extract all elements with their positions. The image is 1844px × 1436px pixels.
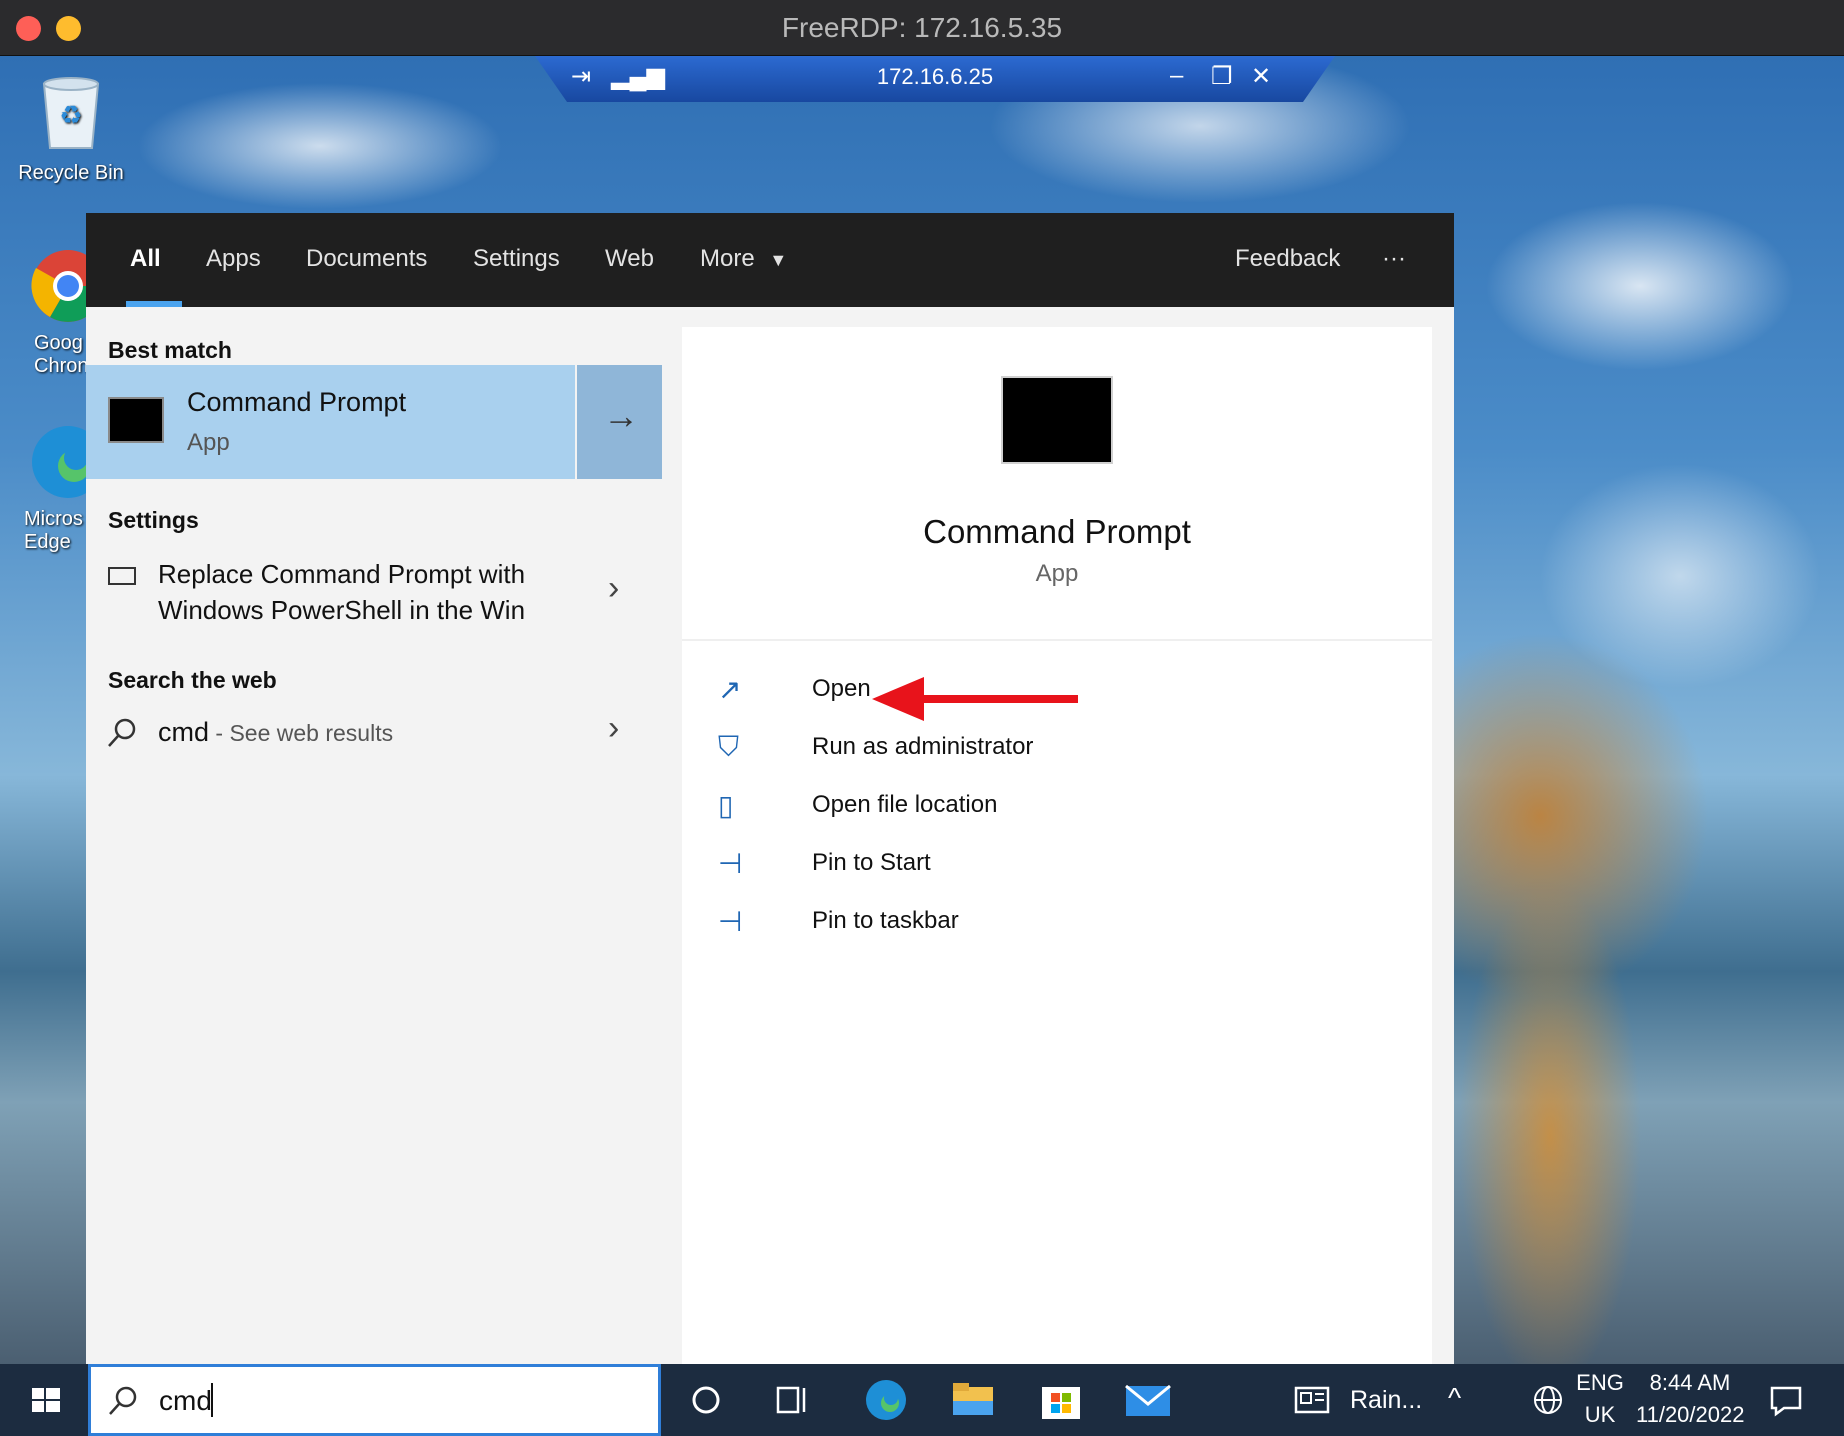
chevron-right-icon: › <box>608 709 620 747</box>
tab-web[interactable]: Web <box>605 245 654 273</box>
recycle-bin-icon: ♻ <box>42 77 100 149</box>
edge-icon <box>32 426 104 498</box>
action-label: Pin to Start <box>812 849 931 876</box>
microsoft-store-icon[interactable] <box>1038 1377 1084 1423</box>
preview-pane: Command Prompt App ↗ Open ⛉ Run as admin… <box>682 327 1432 1364</box>
clock-date: 11/20/2022 <box>1636 1402 1745 1427</box>
best-match-subtitle: App <box>187 429 230 456</box>
notification-icon[interactable] <box>1766 1380 1806 1420</box>
results-list: Best match Command Prompt App → Settings… <box>86 307 662 1364</box>
action-label: Open <box>812 675 871 702</box>
windows-start-icon[interactable] <box>26 1380 66 1420</box>
desktop-icon-recycle-bin[interactable]: ♻ Recycle Bin <box>6 72 136 185</box>
best-match-heading: Best match <box>108 337 232 363</box>
monitor-icon <box>108 567 136 585</box>
search-panel: All Apps Documents Settings Web More ▼ F… <box>86 213 1454 1364</box>
taskbar: cmd Rain... ^ ENG UK 8:44 AM 11/20/2022 <box>0 1364 1844 1436</box>
tab-apps[interactable]: Apps <box>206 245 261 273</box>
action-label: Open file location <box>812 791 998 818</box>
search-tabs: All Apps Documents Settings Web More ▼ F… <box>86 213 1454 307</box>
shield-icon: ⛉ <box>718 731 740 762</box>
minimize-icon[interactable]: – <box>1170 62 1183 90</box>
mail-icon[interactable] <box>1124 1376 1172 1424</box>
tab-documents[interactable]: Documents <box>306 245 427 273</box>
settings-result-line2: Windows PowerShell in the Win <box>158 595 526 625</box>
keyboard-layout: UK <box>1584 1402 1616 1427</box>
window-titlebar: FreeRDP: 172.16.5.35 <box>0 0 1844 56</box>
web-result-item[interactable]: cmd - See web results › <box>86 707 662 767</box>
pin-icon: ⊣ <box>718 848 743 879</box>
web-query-suffix: - See web results <box>209 720 394 746</box>
restore-icon[interactable]: ❐ <box>1211 62 1233 91</box>
settings-result-item[interactable]: Replace Command Prompt with Windows Powe… <box>86 555 662 645</box>
annotation-arrow <box>872 677 1078 721</box>
svg-text:♻: ♻ <box>59 101 82 131</box>
chevron-down-icon: ▼ <box>769 250 788 270</box>
language-indicator[interactable]: ENG UK <box>1574 1370 1626 1428</box>
search-icon <box>109 1386 137 1415</box>
desktop-icon-label: Recycle Bin <box>18 162 124 184</box>
best-match-title: Command Prompt <box>187 387 407 417</box>
window-title: FreeRDP: 172.16.5.35 <box>781 12 1063 43</box>
edge-icon[interactable] <box>862 1376 910 1424</box>
open-icon: ↗ <box>718 674 742 705</box>
settings-heading: Settings <box>108 507 199 533</box>
desktop-icon-edge[interactable]: Micros Edge <box>24 422 104 554</box>
file-explorer-icon[interactable] <box>950 1377 996 1423</box>
search-icon <box>108 718 136 747</box>
globe-icon[interactable] <box>1528 1380 1568 1420</box>
desktop-icon-label: Micros Edge <box>24 508 83 553</box>
preview-title: Command Prompt <box>923 513 1191 550</box>
pin-icon: ⊣ <box>718 906 743 937</box>
tab-more[interactable]: More ▼ <box>700 245 787 273</box>
command-prompt-large-icon <box>1001 376 1113 464</box>
desktop-icon-label: Goog Chron <box>34 332 89 377</box>
tab-settings[interactable]: Settings <box>473 245 560 273</box>
command-prompt-icon <box>108 397 164 443</box>
chrome-icon <box>31 250 104 322</box>
clock[interactable]: 8:44 AM 11/20/2022 <box>1636 1370 1744 1428</box>
preview-subtitle: App <box>1035 560 1079 587</box>
news-widget-label[interactable]: Rain... <box>1350 1386 1422 1415</box>
folder-icon: ▯ <box>718 790 734 821</box>
close-icon[interactable]: ✕ <box>1251 62 1271 91</box>
feedback-button[interactable]: Feedback <box>1235 245 1340 273</box>
taskbar-search-box[interactable]: cmd <box>88 1364 661 1436</box>
best-match-expand-button[interactable]: → <box>575 365 662 479</box>
search-input[interactable]: cmd <box>159 1385 212 1417</box>
divider <box>682 639 1432 641</box>
action-label: Pin to taskbar <box>812 907 959 934</box>
text-cursor <box>211 1383 213 1417</box>
news-icon[interactable] <box>1292 1380 1332 1420</box>
language-code: ENG <box>1576 1370 1624 1395</box>
chevron-right-icon: › <box>608 569 620 607</box>
arrow-right-icon: → <box>603 395 639 436</box>
cortana-icon[interactable] <box>686 1380 726 1420</box>
web-query: cmd <box>158 717 210 747</box>
tab-all[interactable]: All <box>130 245 161 273</box>
more-options-button[interactable]: ··· <box>1382 245 1406 273</box>
search-web-heading: Search the web <box>108 667 277 693</box>
rdp-connection-bar: ⇥ ▂▄▆ 172.16.6.25 – ❐ ✕ <box>535 56 1335 102</box>
chevron-up-icon[interactable]: ^ <box>1448 1382 1461 1414</box>
task-view-icon[interactable] <box>772 1380 812 1420</box>
desktop-icon-chrome[interactable]: Goog Chron <box>24 246 104 378</box>
best-match-item[interactable]: Command Prompt App → <box>86 365 662 479</box>
tab-more-label: More <box>700 245 755 272</box>
clock-time: 8:44 AM <box>1649 1370 1731 1395</box>
settings-result-line1: Replace Command Prompt with <box>158 559 526 589</box>
action-label: Run as administrator <box>812 733 1034 760</box>
